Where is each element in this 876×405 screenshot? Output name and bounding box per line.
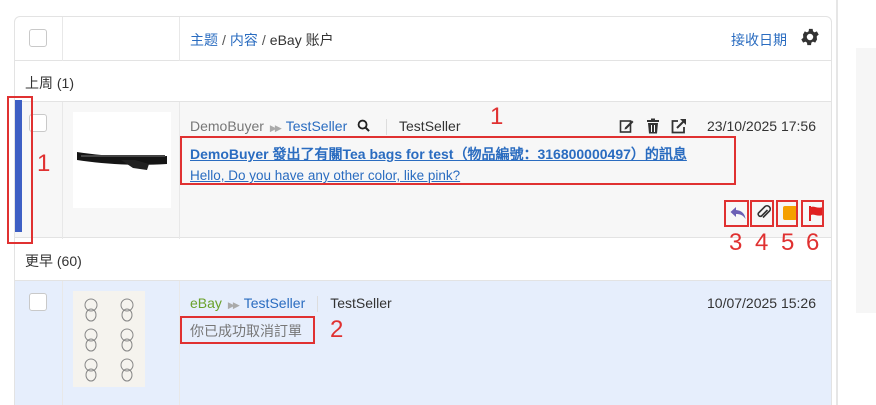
sort-content-link[interactable]: 内容: [230, 32, 258, 48]
annotation-box-6: [801, 200, 824, 227]
sender-name[interactable]: DemoBuyer: [190, 118, 264, 134]
bear-stickers-image: [84, 298, 134, 382]
row-checkbox[interactable]: [29, 293, 47, 311]
annotation-number: 6: [806, 229, 820, 256]
gear-icon[interactable]: [799, 26, 821, 48]
edit-icon[interactable]: [619, 118, 635, 134]
breadcrumb-separator: /: [261, 32, 266, 48]
annotation-number: 3: [729, 229, 743, 256]
column-divider: [62, 281, 63, 405]
annotation-box-3: [724, 200, 749, 227]
group-earlier-label: 更早 (60): [25, 253, 82, 269]
annotation-number: 2: [330, 316, 344, 343]
select-all-checkbox[interactable]: [29, 29, 47, 47]
annotation-number: 1: [37, 150, 51, 177]
annotation-box-4: [750, 200, 774, 227]
received-date: 23/10/2025 17:56: [707, 118, 816, 134]
wiper-blade-image: [77, 152, 167, 170]
column-divider: [62, 17, 63, 61]
annotation-box-5: [776, 200, 798, 227]
trash-icon[interactable]: [645, 118, 661, 134]
side-panel-edge: [856, 48, 876, 313]
column-divider: [179, 17, 180, 61]
item-thumbnail[interactable]: [73, 112, 171, 208]
account-name: TestSeller: [399, 118, 461, 134]
right-gutter: [836, 0, 876, 405]
annotation-box-1b: [180, 136, 736, 185]
annotation-box-1a: [7, 96, 33, 244]
open-external-icon[interactable]: [671, 118, 687, 134]
sender-name[interactable]: eBay: [190, 295, 222, 311]
message-meta: eBay ▶▶ TestSeller TestSeller: [190, 295, 392, 313]
arrow-icon: ▶▶: [227, 300, 240, 310]
annotation-number: 4: [755, 229, 769, 256]
message-list: 主题 / 内容 / eBay 账户 接收日期 上周 (1) DemoBuyer ▶▶ Tes…: [14, 16, 832, 405]
sort-subject-link[interactable]: 主题: [190, 32, 218, 48]
meta-divider: [386, 119, 388, 136]
account-label: eBay 账户: [269, 32, 334, 48]
account-name: TestSeller: [330, 295, 392, 311]
message-row-selected[interactable]: eBay ▶▶ TestSeller TestSeller 10/07/2025 15…: [15, 280, 831, 405]
list-header: 主题 / 内容 / eBay 账户 接收日期: [15, 17, 831, 61]
received-date: 10/07/2025 15:26: [707, 295, 816, 311]
recipient-link[interactable]: TestSeller: [244, 295, 305, 311]
search-icon[interactable]: [357, 119, 370, 132]
item-thumbnail[interactable]: [73, 291, 145, 387]
sort-date-link[interactable]: 接收日期: [731, 30, 787, 50]
breadcrumb-separator: /: [222, 32, 226, 48]
annotation-number: 1: [490, 103, 504, 130]
arrow-icon: ▶▶: [269, 123, 282, 133]
message-meta: DemoBuyer ▶▶ TestSeller TestSeller: [190, 118, 461, 136]
breadcrumb: 主题 / 内容 / eBay 账户: [190, 30, 334, 50]
scrollbar-track[interactable]: [836, 0, 838, 405]
annotation-box-2: [180, 316, 315, 344]
meta-divider: [317, 296, 319, 313]
recipient-link[interactable]: TestSeller: [286, 118, 347, 134]
column-divider: [62, 102, 63, 239]
group-last-week-label: 上周 (1): [25, 75, 74, 91]
annotation-number: 5: [781, 229, 795, 256]
